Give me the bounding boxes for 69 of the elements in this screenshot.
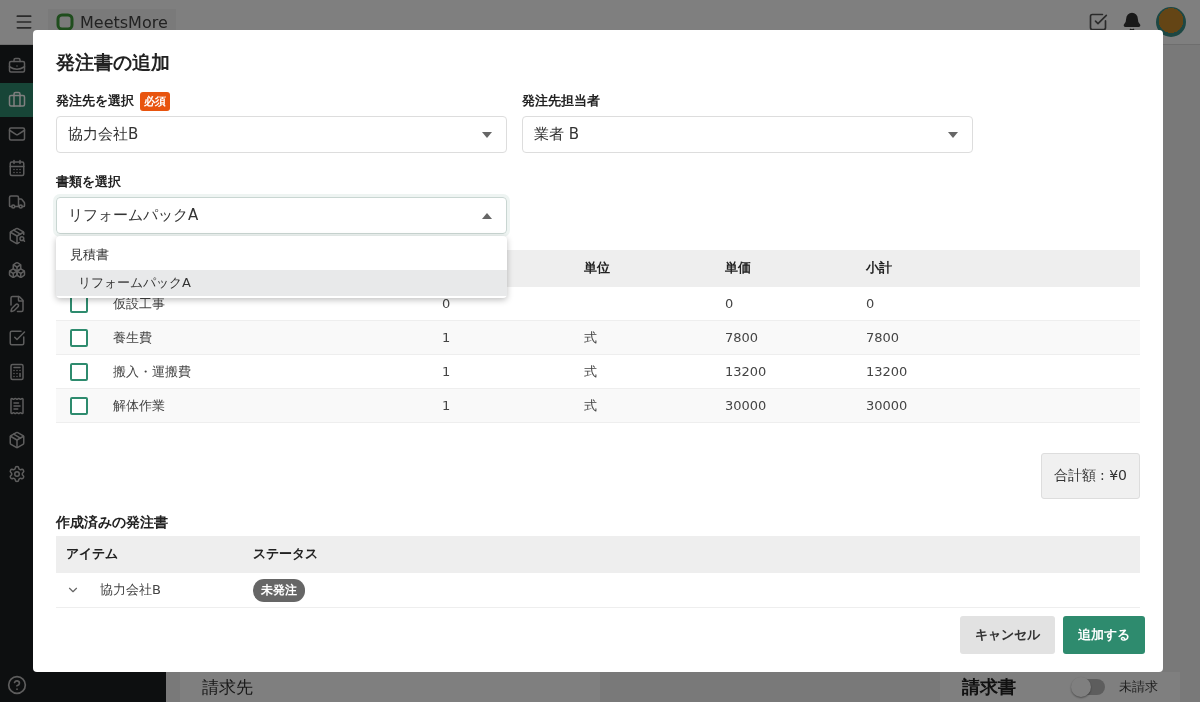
supplier-select[interactable]: 協力会社B bbox=[56, 116, 507, 153]
table-cell-text: 1 bbox=[442, 398, 452, 413]
table-cell-text: 0 bbox=[442, 296, 452, 311]
checkbox-icon bbox=[7, 329, 26, 347]
table-cell-text: 搬入・運搬費 bbox=[113, 362, 192, 381]
table-cell-text: 1 bbox=[442, 364, 452, 379]
cancel-button[interactable]: キャンセル bbox=[960, 616, 1055, 654]
boxes-icon bbox=[7, 261, 26, 279]
bell-icon[interactable] bbox=[1122, 12, 1142, 32]
table-cell-text: 解体作業 bbox=[113, 396, 166, 415]
caret-up-icon bbox=[482, 212, 492, 219]
checkbox[interactable] bbox=[70, 362, 88, 381]
section-title: 作成済みの発注書 bbox=[56, 514, 169, 532]
table-cell-text: 式 bbox=[584, 328, 598, 347]
checkbox[interactable] bbox=[70, 328, 88, 347]
required-badge: 必須 bbox=[140, 91, 170, 111]
table-cell-text: 0 bbox=[725, 296, 735, 311]
avatar[interactable] bbox=[1156, 7, 1186, 37]
table-cell-text: 13200 bbox=[866, 364, 909, 379]
table-cell-text: 7800 bbox=[725, 330, 760, 345]
table-cell-text: 仮設工事 bbox=[113, 294, 166, 313]
table-cell-text: 30000 bbox=[866, 398, 909, 413]
table-cell-text: 式 bbox=[584, 396, 598, 415]
calendar-icon bbox=[7, 159, 26, 177]
section-title: 請求書 bbox=[962, 675, 1016, 699]
column-header: 単価 bbox=[725, 259, 752, 277]
checkbox[interactable] bbox=[70, 396, 88, 415]
settings-icon bbox=[7, 465, 26, 483]
sidebar-item[interactable] bbox=[0, 83, 33, 117]
menu-icon[interactable] bbox=[14, 12, 34, 32]
contact-select[interactable]: 業者 B bbox=[522, 116, 973, 153]
briefcase-plus-icon bbox=[7, 57, 26, 75]
total-amount: 合計額 : ¥0 bbox=[1040, 453, 1140, 499]
field-label: 発注先担当者 bbox=[522, 92, 600, 110]
submit-button[interactable]: 追加する bbox=[1063, 616, 1145, 654]
status-label: 未請求 bbox=[1119, 678, 1158, 696]
caret-down-icon bbox=[948, 131, 958, 138]
dropdown-option[interactable]: リフォームパックA bbox=[56, 270, 507, 296]
dialog-title: 発注書の追加 bbox=[56, 50, 171, 75]
table-cell-text: 1 bbox=[442, 330, 452, 345]
truck-icon bbox=[7, 193, 26, 211]
package-icon bbox=[7, 431, 26, 449]
column-header: ステータス bbox=[253, 545, 319, 563]
table-cell-text: 0 bbox=[866, 296, 876, 311]
toggle-switch[interactable] bbox=[1073, 679, 1105, 695]
field-label: 発注先を選択 bbox=[56, 92, 134, 110]
caret-down-icon bbox=[482, 131, 492, 138]
calculator-icon bbox=[7, 363, 26, 381]
column-header: 単位 bbox=[584, 259, 611, 277]
table-cell-text: 養生費 bbox=[113, 328, 153, 347]
table-cell-text: 7800 bbox=[866, 330, 901, 345]
help-icon[interactable] bbox=[6, 675, 27, 695]
column-header: 小計 bbox=[866, 259, 893, 277]
table-cell: 協力会社B bbox=[100, 581, 161, 599]
status-badge: 未発注 bbox=[253, 578, 305, 602]
column-header: アイテム bbox=[66, 545, 119, 563]
table-cell-text: 13200 bbox=[725, 364, 768, 379]
field-label: 書類を選択 bbox=[56, 173, 121, 191]
file-pen-icon bbox=[7, 295, 26, 313]
section-title: 請求先 bbox=[202, 675, 253, 699]
briefcase-icon bbox=[7, 91, 26, 109]
table-cell-text: 式 bbox=[584, 362, 598, 381]
checkbox-icon[interactable] bbox=[1088, 12, 1108, 32]
receipt-icon bbox=[7, 397, 26, 415]
table-cell-text: 30000 bbox=[725, 398, 768, 413]
mail-icon bbox=[7, 125, 26, 143]
package-search-icon bbox=[7, 227, 26, 245]
group-label: 見積書 bbox=[69, 246, 110, 264]
document-select[interactable]: リフォームパックA bbox=[56, 197, 507, 234]
